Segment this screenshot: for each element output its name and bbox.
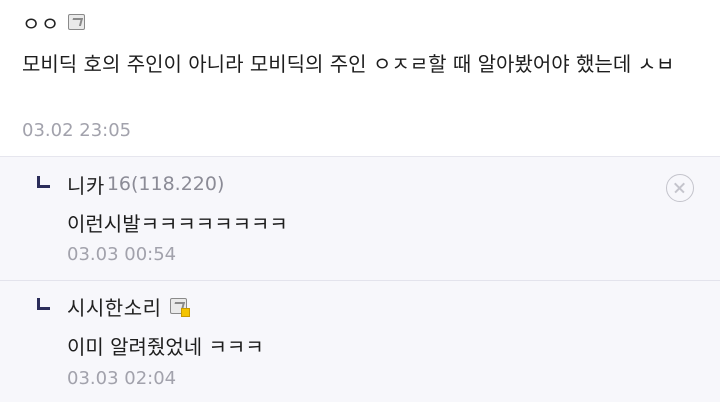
reply-arrow-icon	[37, 176, 50, 188]
reply-author[interactable]: 니카	[67, 170, 105, 199]
comment-author[interactable]: ㅇㅇ	[22, 8, 60, 37]
reply-author-row: 니카 16 (118.220)	[67, 170, 225, 199]
reply-date: 03.03 00:54	[67, 244, 177, 265]
comment-author-row: ㅇㅇ	[22, 8, 85, 37]
reply-item: 시시한소리 이미 알려줬었네 ㅋㅋㅋ 03.03 02:04	[0, 281, 720, 402]
reply-arrow-icon	[37, 298, 50, 310]
comment-date: 03.02 23:05	[22, 120, 132, 141]
fixed-nick-icon	[67, 14, 85, 30]
reply-author-ip: (118.220)	[131, 173, 225, 195]
comment-text: 모비딕 호의 주인이 아니라 모비딕의 주인 ㅇㅈㄹ할 때 알아봤어야 했는데 …	[22, 52, 675, 76]
reply-date: 03.03 02:04	[67, 368, 177, 389]
reply-text: 이런시발ㅋㅋㅋㅋㅋㅋㅋㅋ	[67, 212, 288, 236]
reply-author-row: 시시한소리	[67, 292, 190, 321]
reply-item: 니카 16 (118.220) 이런시발ㅋㅋㅋㅋㅋㅋㅋㅋ 03.03 00:54	[0, 157, 720, 281]
reply-text: 이미 알려줬었네 ㅋㅋㅋ	[67, 335, 264, 359]
fixed-nick-gold-icon	[169, 298, 190, 317]
reply-author[interactable]: 시시한소리	[67, 292, 162, 321]
comment-item: ㅇㅇ 모비딕 호의 주인이 아니라 모비딕의 주인 ㅇㅈㄹ할 때 알아봤어야 했…	[0, 0, 720, 157]
reply-author-level: 16	[106, 173, 131, 195]
delete-circle-icon[interactable]	[666, 174, 694, 202]
